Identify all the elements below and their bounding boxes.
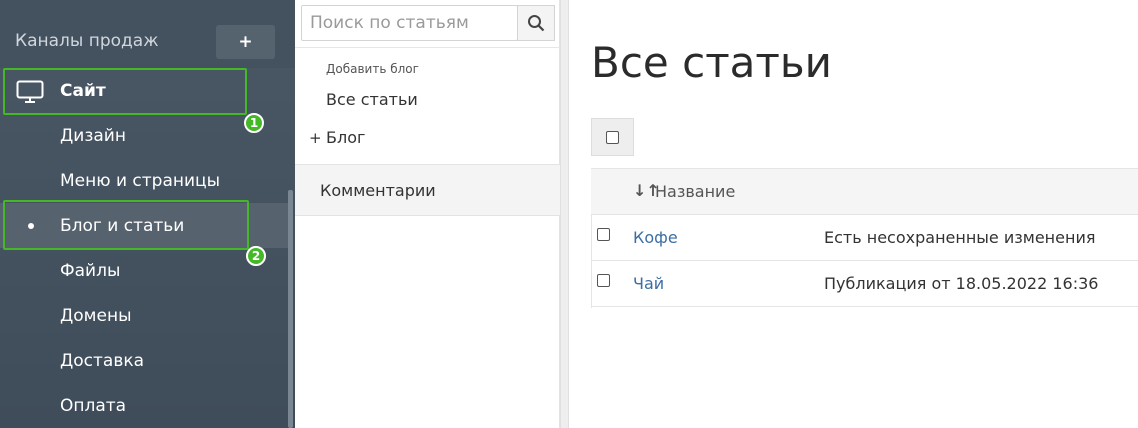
sidebar-item-label: Оплата <box>60 395 127 416</box>
annotation-badge-1: 1 <box>244 113 264 133</box>
annotation-badge-2: 2 <box>246 246 266 266</box>
sidebar-scrollbar[interactable] <box>288 190 293 428</box>
search-icon <box>528 15 545 32</box>
article-status: Публикация от 18.05.2022 16:36 <box>824 274 1099 293</box>
select-all-control[interactable] <box>591 118 634 156</box>
monitor-icon <box>16 80 44 103</box>
select-all-checkbox[interactable] <box>606 130 619 144</box>
add-blog-link[interactable]: Добавить блог <box>326 62 419 76</box>
sales-channels-label: Каналы продаж <box>15 31 159 51</box>
expand-blog-icon[interactable]: + <box>309 129 322 147</box>
add-channel-button[interactable]: + <box>216 25 275 59</box>
table-border <box>591 215 592 308</box>
search-button[interactable] <box>517 5 555 41</box>
sidebar-item-blog-articles[interactable]: Блог и статьи <box>0 203 290 248</box>
sidebar-item-site[interactable]: Сайт <box>0 68 290 113</box>
column-header-name[interactable]: Название <box>655 182 735 201</box>
article-status: Есть несохраненные изменения <box>824 228 1096 247</box>
table-row: Чай Публикация от 18.05.2022 16:36 <box>591 261 1138 307</box>
row-checkbox[interactable] <box>597 228 610 241</box>
divider <box>295 47 560 48</box>
article-title-link[interactable]: Чай <box>633 274 664 293</box>
page-title: Все статьи <box>591 38 832 87</box>
all-articles-link[interactable]: Все статьи <box>326 90 418 109</box>
sidebar-item-domains[interactable]: Домены <box>0 293 290 338</box>
sidebar-header: Каналы продаж + <box>0 0 295 68</box>
articles-table: ↓↑ Название Кофе Есть несохраненные изме… <box>591 168 1138 307</box>
sidebar-item-menu-pages[interactable]: Меню и страницы <box>0 158 290 203</box>
sidebar-item-label: Домены <box>60 305 132 326</box>
comments-item[interactable]: Комментарии <box>295 164 560 216</box>
table-header: ↓↑ Название <box>591 168 1138 215</box>
row-checkbox[interactable] <box>597 274 610 287</box>
sidebar-item-delivery[interactable]: Доставка <box>0 338 290 383</box>
blog-link[interactable]: Блог <box>326 128 365 147</box>
sidebar-item-label: Доставка <box>60 350 145 371</box>
panel-splitter[interactable] <box>560 0 569 428</box>
sidebar-item-label: Блог и статьи <box>60 215 185 236</box>
table-row: Кофе Есть несохраненные изменения <box>591 215 1138 261</box>
search-input[interactable] <box>301 5 518 41</box>
active-bullet-icon <box>28 223 34 229</box>
comments-label: Комментарии <box>320 181 436 200</box>
sidebar: Каналы продаж + Сайт Дизайн Меню и стран… <box>0 0 295 428</box>
sidebar-item-payment[interactable]: Оплата <box>0 383 290 428</box>
article-title-link[interactable]: Кофе <box>633 228 678 247</box>
sidebar-item-label: Меню и страницы <box>60 170 221 191</box>
app-window: Каналы продаж + Сайт Дизайн Меню и стран… <box>0 0 1138 428</box>
sidebar-item-label: Сайт <box>60 80 106 101</box>
blog-panel: Добавить блог Все статьи + Блог Коммента… <box>295 0 560 428</box>
sidebar-item-label: Файлы <box>60 260 121 281</box>
main-content: Все статьи ↓↑ Название Кофе Есть несохра… <box>569 0 1138 428</box>
sidebar-item-label: Дизайн <box>60 125 126 146</box>
